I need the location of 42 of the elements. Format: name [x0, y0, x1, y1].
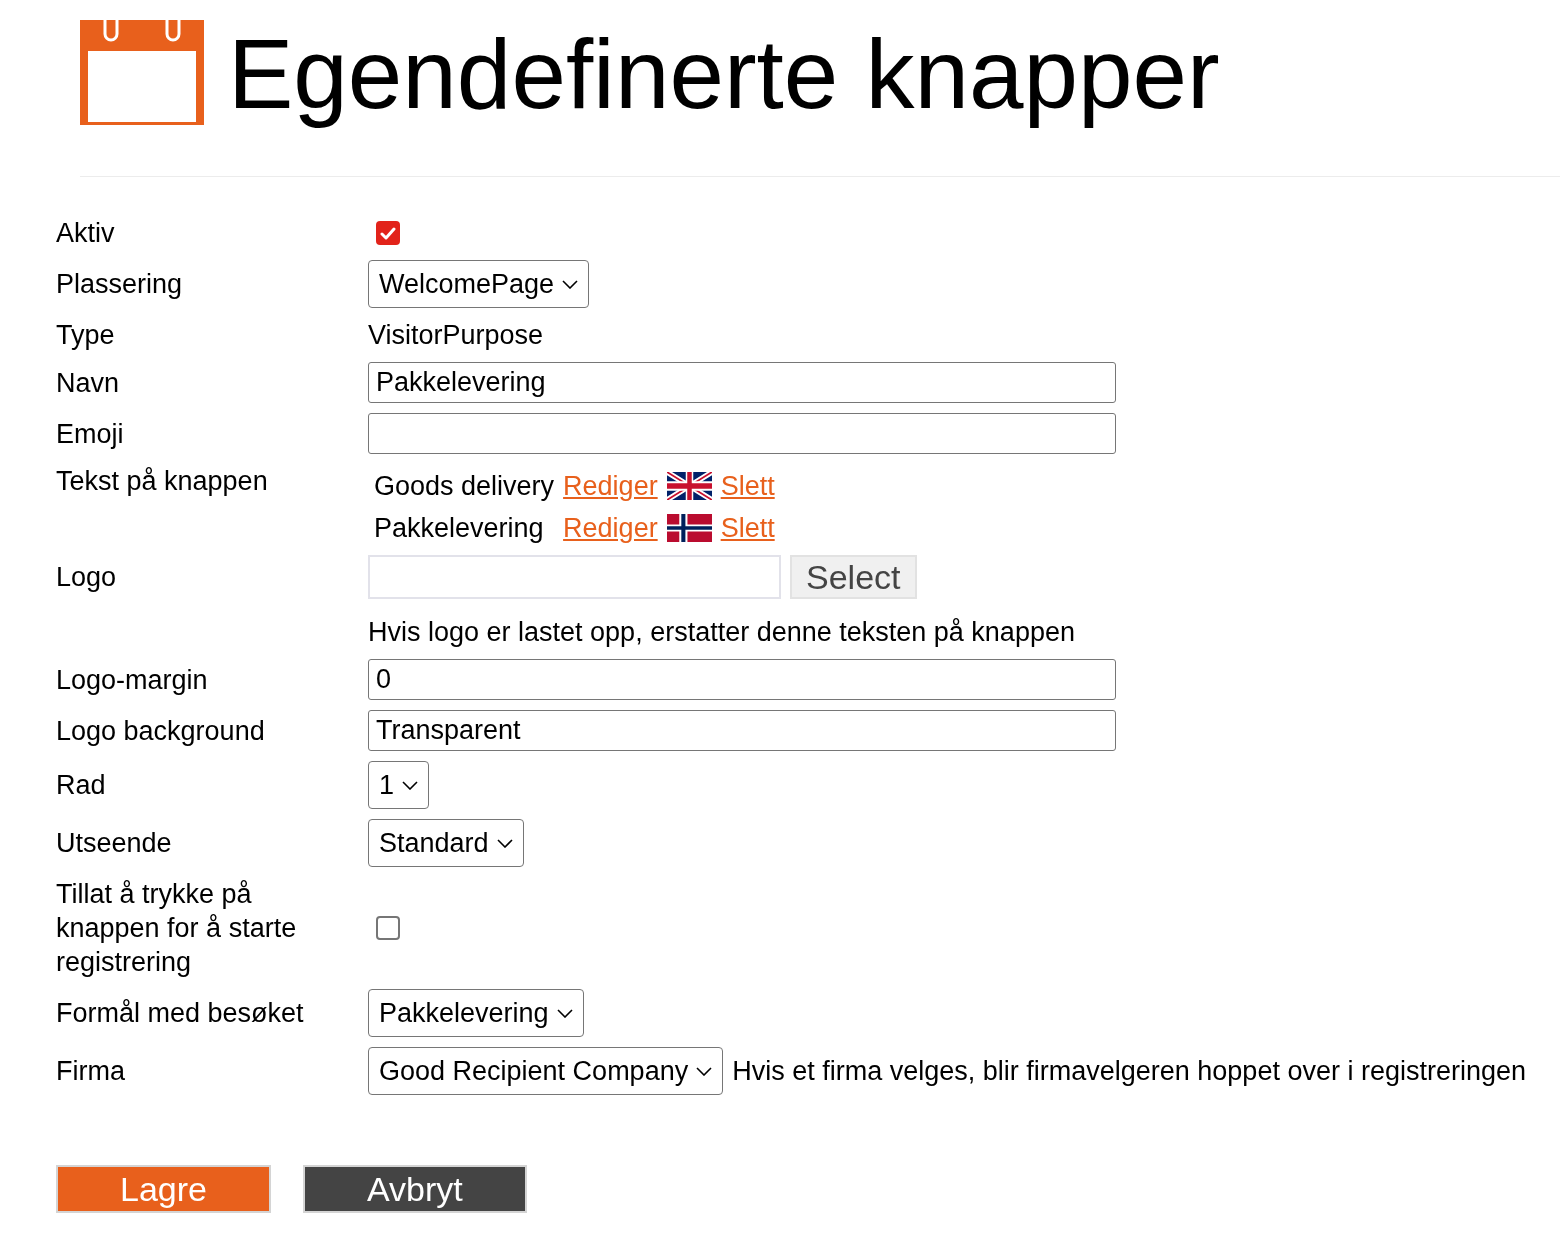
field-label: Tillat å trykke på knappen for å starte registrering — [56, 878, 298, 979]
chevron-down-icon — [402, 780, 419, 790]
hint-text: Hvis logo er lastet opp, erstatter denne teksten på knappen — [368, 616, 1075, 649]
field-label: Logo — [56, 561, 118, 594]
checkbox[interactable] — [376, 916, 400, 940]
input-field[interactable]: Transparent — [368, 710, 1116, 751]
field-label: Plassering — [56, 268, 184, 301]
file-path-field[interactable] — [368, 555, 781, 599]
dropdown[interactable]: Good Recipient Company — [368, 1047, 724, 1095]
dropdown[interactable]: WelcomePage — [368, 260, 590, 308]
checkbox[interactable] — [376, 221, 400, 245]
dropdown[interactable]: Standard — [368, 819, 524, 867]
input-field[interactable]: Pakkelevering — [368, 362, 1116, 403]
chevron-down-icon — [496, 838, 513, 848]
translation-text: Pakkelevering — [374, 512, 545, 545]
chevron-down-icon — [556, 1008, 573, 1018]
check-icon — [380, 226, 396, 240]
select-file-button[interactable]: Select — [790, 555, 917, 599]
page-title: Egendefinerte knapper — [228, 18, 1220, 131]
field-label: Formål med besøket — [56, 997, 305, 1030]
field-label: Navn — [56, 366, 121, 400]
hint-text: Hvis et firma velges, blir firmavelgeren hoppet over i registreringen — [732, 1055, 1526, 1088]
translation-text: Goods delivery — [374, 470, 555, 503]
field-label: Type — [56, 319, 116, 352]
field-label: Logo background — [56, 714, 266, 748]
field-label: Tekst på knappen — [56, 465, 269, 498]
field-value: VisitorPurpose — [368, 319, 544, 352]
dropdown[interactable]: 1 — [368, 761, 430, 809]
chevron-down-icon — [562, 279, 579, 289]
input-field[interactable] — [368, 413, 1116, 454]
british-flag-icon — [666, 472, 712, 500]
field-label: Aktiv — [56, 217, 116, 250]
chevron-down-icon — [696, 1066, 713, 1076]
input-field[interactable]: 0 — [368, 659, 1116, 700]
field-label: Utseende — [56, 827, 173, 860]
field-label: Rad — [56, 769, 107, 802]
field-label: Logo-margin — [56, 663, 209, 697]
dropdown[interactable]: Pakkelevering — [368, 989, 584, 1037]
field-label: Firma — [56, 1055, 126, 1088]
norwegian-flag-icon — [666, 514, 712, 542]
cancel-button[interactable]: Avbryt — [302, 1165, 527, 1213]
field-label: Emoji — [56, 417, 125, 451]
